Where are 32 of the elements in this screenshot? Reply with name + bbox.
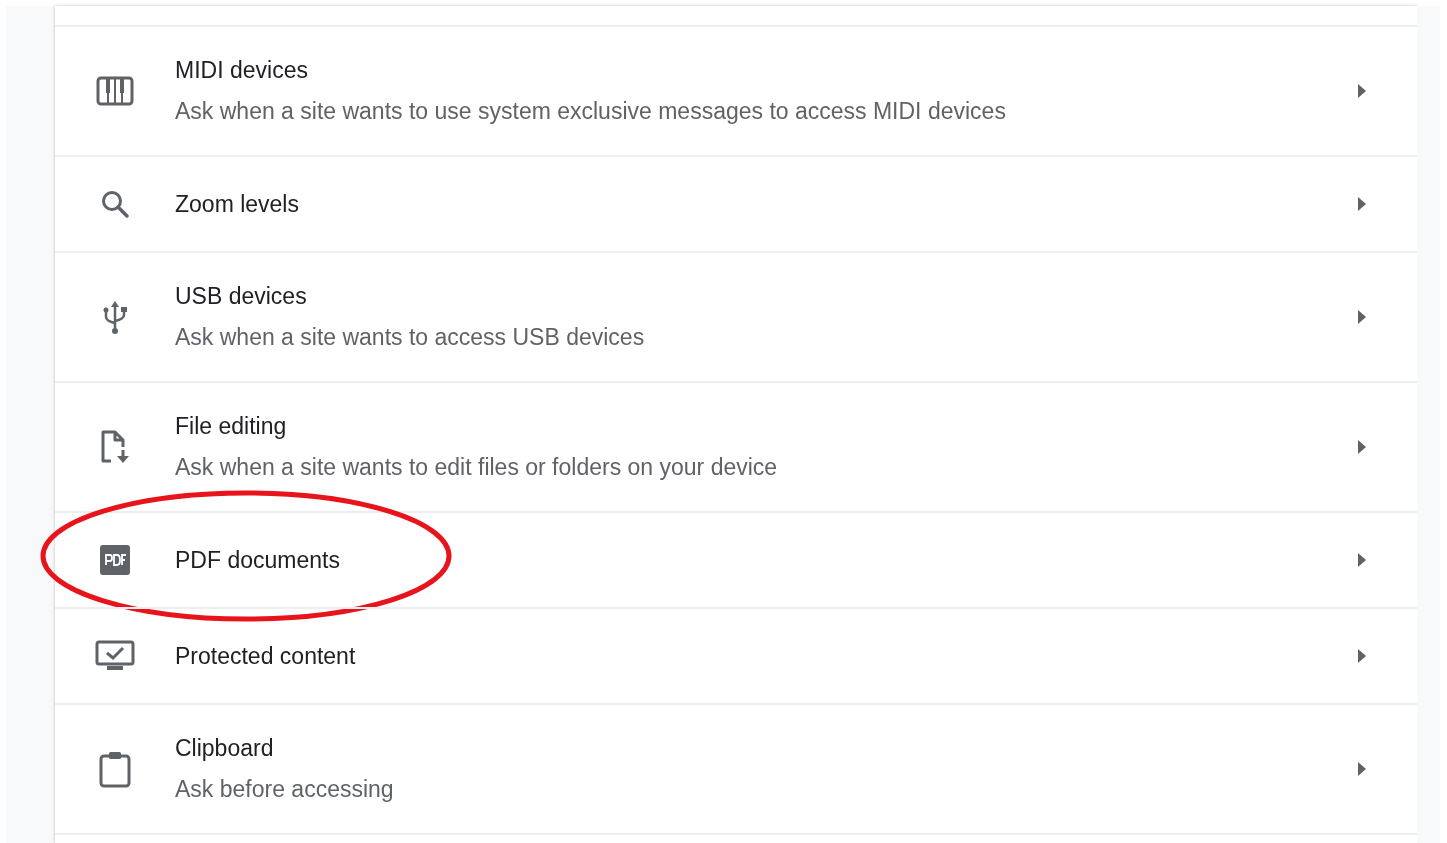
usb-icon [102, 299, 128, 335]
row-description: Ask when a site wants to edit files or folders on your device [175, 454, 779, 481]
settings-row[interactable]: File editing Ask when a site wants to edit files or folders on your device [55, 381, 1417, 511]
row-title: File editing [175, 413, 288, 440]
arrow-right-icon [1357, 552, 1367, 568]
arrow-right-icon [1357, 196, 1367, 212]
settings-row[interactable]: MIDI devices Ask when a site wants to use system exclusive messages to access MIDI devices [55, 25, 1417, 155]
row-title: Zoom levels [175, 190, 300, 218]
arrow-right-icon [1357, 83, 1367, 99]
arrow-right-icon [1357, 439, 1367, 455]
row-description: Ask before accessing [175, 776, 395, 803]
file-download-icon [99, 429, 131, 465]
row-description: Ask when a site wants to access USB devices [175, 324, 646, 351]
search-icon [100, 189, 130, 219]
row-title: MIDI devices [175, 57, 309, 84]
pdf-icon [99, 544, 131, 576]
settings-row[interactable]: USB devices Ask when a site wants to access USB devices [55, 251, 1417, 381]
clipboard-icon [98, 750, 132, 788]
row-description: Ask when a site wants to use system exclusive messages to access MIDI devices [175, 98, 1007, 125]
monitor-check-icon [95, 640, 135, 672]
row-title: Protected content [175, 642, 357, 670]
row-title: PDF documents [175, 546, 341, 574]
settings-row[interactable]: Clipboard Ask before accessing [55, 703, 1417, 833]
arrow-right-icon [1357, 648, 1367, 664]
row-title: Clipboard [175, 735, 275, 762]
settings-row[interactable]: PDF documents [55, 511, 1417, 607]
settings-row[interactable]: Zoom levels [55, 155, 1417, 251]
piano-icon [96, 76, 134, 106]
row-title: USB devices [175, 283, 308, 310]
arrow-right-icon [1357, 309, 1367, 325]
settings-row[interactable]: Protected content [55, 607, 1417, 703]
arrow-right-icon [1357, 761, 1367, 777]
